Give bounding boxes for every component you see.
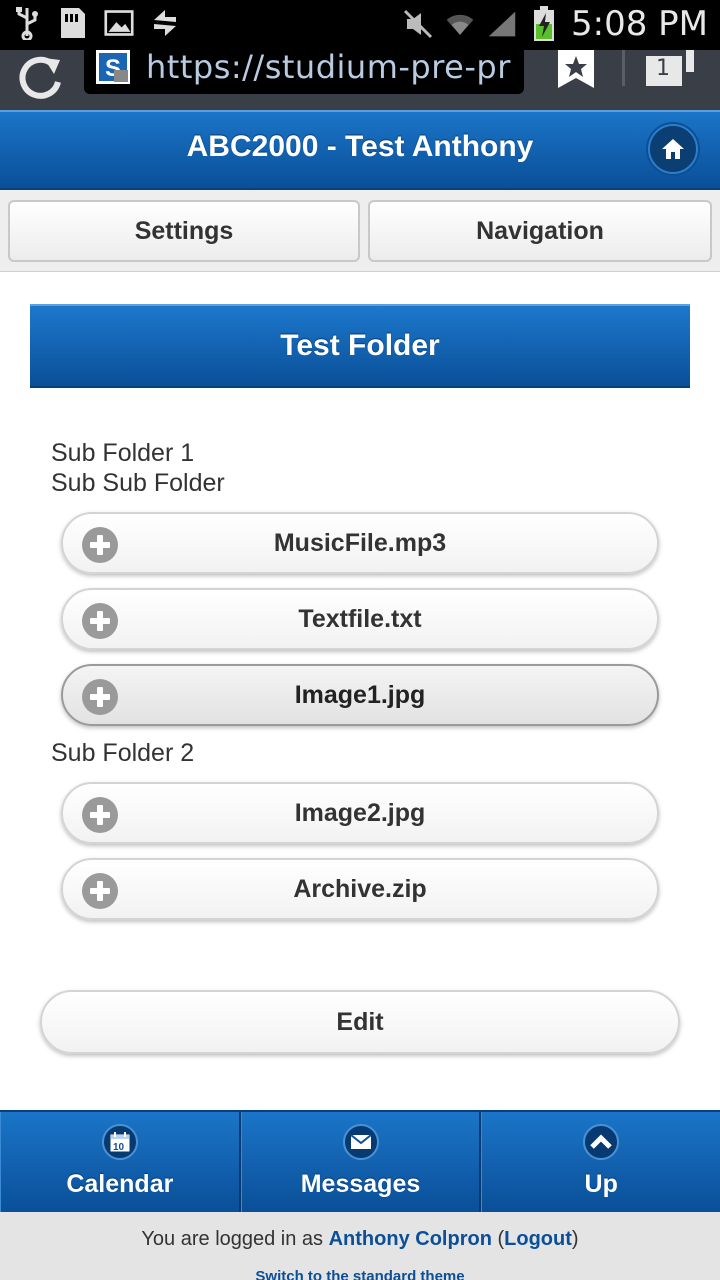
file-name: Textfile.txt — [298, 605, 422, 633]
calendar-icon: 10 — [101, 1124, 138, 1160]
home-button[interactable] — [648, 124, 698, 174]
tabs-button[interactable]: 1 — [622, 50, 712, 90]
login-status: You are logged in as Anthony Colpron (Lo… — [0, 1228, 720, 1251]
navigation-button[interactable]: Navigation — [368, 200, 712, 262]
file-button-textfile[interactable]: Textfile.txt — [61, 588, 659, 650]
site-favicon-icon: S — [96, 50, 130, 84]
bookmark-icon[interactable] — [556, 50, 596, 90]
image-icon — [104, 6, 134, 40]
file-name: Archive.zip — [293, 875, 427, 903]
chevron-up-icon — [583, 1124, 620, 1160]
app-header: ABC2000 - Test Anthony — [0, 110, 720, 190]
messages-button[interactable]: Messages — [240, 1112, 482, 1212]
close-paren: ) — [571, 1228, 579, 1250]
sd-card-icon — [58, 6, 88, 40]
sub-folder-2-label: Sub Folder 2 — [51, 739, 195, 767]
signal-icon — [487, 7, 517, 41]
file-name: MusicFile.mp3 — [273, 529, 447, 557]
home-icon — [662, 139, 684, 159]
calendar-label: Calendar — [66, 1170, 174, 1198]
logout-link[interactable]: Logout — [504, 1228, 572, 1250]
reload-icon[interactable] — [14, 52, 68, 106]
file-name: Image1.jpg — [294, 681, 426, 709]
folder-title: Test Folder — [30, 304, 690, 388]
tab-count: 1 — [656, 56, 670, 81]
login-footer: You are logged in as Anthony Colpron (Lo… — [0, 1212, 720, 1280]
sub-sub-folder-label: Sub Sub Folder — [51, 469, 225, 497]
file-button-archive[interactable]: Archive.zip — [61, 858, 659, 920]
battery-charging-icon — [529, 6, 559, 41]
switch-theme-link[interactable]: Switch to the standard theme — [0, 1268, 720, 1280]
user-link[interactable]: Anthony Colpron — [329, 1228, 492, 1250]
status-bar: 5:08 PM — [0, 0, 720, 50]
usb-icon — [12, 6, 42, 40]
clock: 5:08 PM — [571, 4, 708, 44]
sub-folder-1-label: Sub Folder 1 — [51, 439, 195, 467]
messages-label: Messages — [300, 1170, 421, 1198]
calendar-day: 10 — [113, 1142, 125, 1153]
browser-toolbar: S https://studium-pre-pr 1 — [0, 50, 720, 110]
file-button-image2[interactable]: Image2.jpg — [61, 782, 659, 844]
wifi-icon — [445, 7, 475, 41]
url-bar[interactable]: S https://studium-pre-pr — [84, 50, 524, 94]
file-name: Image2.jpg — [294, 799, 426, 827]
url-text[interactable]: https://studium-pre-pr — [146, 50, 511, 86]
up-label: Up — [584, 1170, 618, 1198]
login-prefix: You are logged in as — [141, 1228, 329, 1250]
sync-icon — [150, 6, 180, 40]
file-button-musicfile[interactable]: MusicFile.mp3 — [61, 512, 659, 574]
file-button-image1[interactable]: Image1.jpg — [61, 664, 659, 726]
envelope-icon — [342, 1124, 379, 1160]
calendar-button[interactable]: 10 Calendar — [0, 1112, 241, 1212]
settings-button[interactable]: Settings — [8, 200, 360, 262]
up-button[interactable]: Up — [481, 1112, 720, 1212]
edit-button[interactable]: Edit — [40, 990, 680, 1054]
mute-icon — [403, 7, 433, 41]
footer-navigation: 10 Calendar Messages Up — [0, 1110, 720, 1212]
open-paren: ( — [491, 1228, 505, 1250]
sub-navigation: Settings Navigation — [0, 190, 720, 272]
page-title: ABC2000 - Test Anthony — [186, 130, 534, 163]
